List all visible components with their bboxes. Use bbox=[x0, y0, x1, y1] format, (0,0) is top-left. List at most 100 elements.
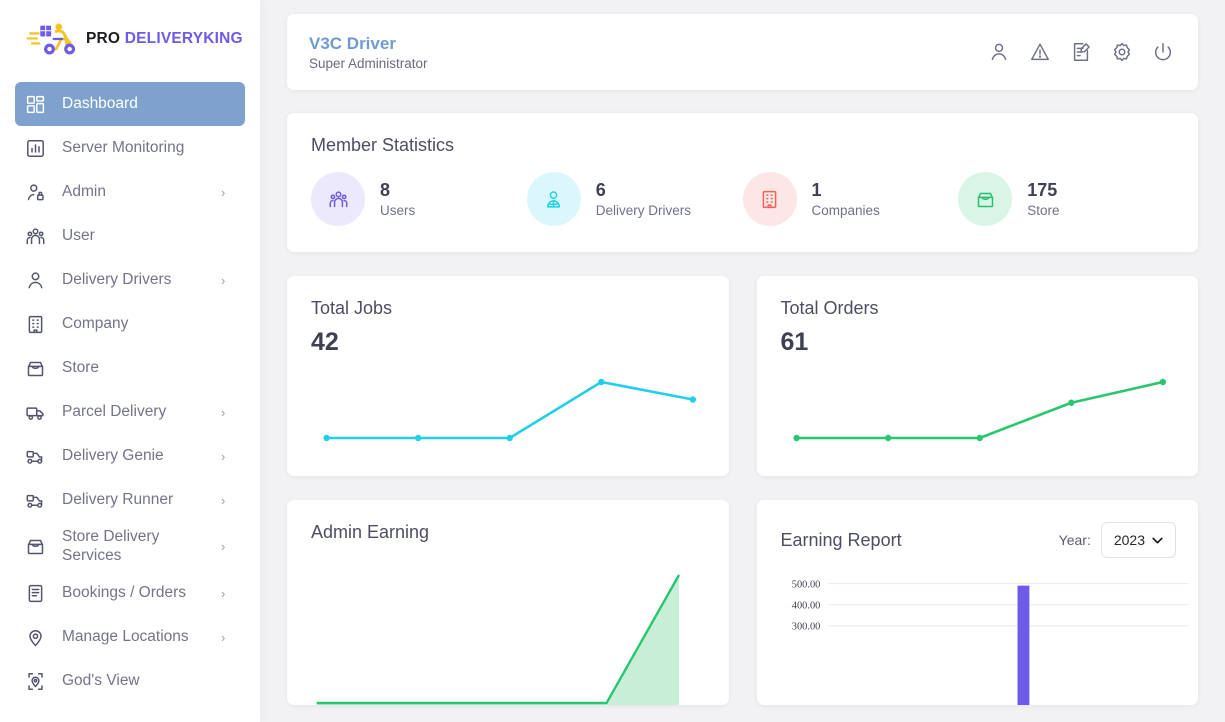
scooter-icon bbox=[26, 494, 43, 508]
topbar: V3C Driver Super Administrator bbox=[287, 14, 1198, 90]
data-point bbox=[1159, 378, 1166, 386]
earning-row: Admin Earning Earning Report Year: 2023 bbox=[287, 500, 1198, 705]
sidebar-item-label: Store bbox=[62, 358, 100, 376]
brand-logo[interactable]: PRO DELIVERYKING bbox=[0, 0, 260, 78]
stat-value: 1 bbox=[811, 179, 822, 200]
chevron-right-icon: › bbox=[221, 585, 226, 601]
scooter-icon bbox=[25, 445, 51, 467]
stat-value: 8 bbox=[380, 179, 391, 200]
stat-value: 6 bbox=[595, 179, 606, 200]
year-label: Year: bbox=[1058, 532, 1091, 548]
brand-name-pro: PRO bbox=[86, 30, 121, 47]
users-group-icon bbox=[25, 225, 51, 247]
stat-label: Delivery Drivers bbox=[595, 203, 692, 219]
member-statistics-card: Member Statistics 8 Users 6 Delivery Dri… bbox=[287, 113, 1198, 252]
sidebar-item-label: Company bbox=[62, 314, 129, 332]
driver-icon-bubble bbox=[526, 172, 581, 226]
bar bbox=[1017, 585, 1029, 705]
sidebar-item-manage-locations[interactable]: Manage Locations › bbox=[15, 615, 245, 659]
sidebar-item-label: User bbox=[62, 226, 95, 244]
total-jobs-title: Total Jobs bbox=[311, 298, 393, 318]
dashboard-page: PRO DELIVERYKING Dashboard Server Monitor… bbox=[0, 0, 1225, 722]
user-icon bbox=[28, 271, 43, 288]
chevron-right-icon: › bbox=[221, 404, 226, 420]
sidebar-item-label: Parcel Delivery bbox=[62, 402, 167, 420]
bar-chart-box-icon bbox=[25, 137, 51, 159]
total-orders-card: Total Orders 61 bbox=[756, 276, 1198, 476]
user-icon bbox=[25, 269, 51, 291]
sidebar-item-company[interactable]: Company bbox=[15, 302, 245, 346]
storefront-icon bbox=[25, 357, 51, 379]
sidebar-item-store-delivery-services[interactable]: Store Delivery Services › bbox=[15, 522, 245, 571]
total-orders-line-chart bbox=[792, 378, 1166, 442]
stat-companies: 1 Companies bbox=[742, 172, 959, 226]
user-lock-icon bbox=[27, 183, 44, 200]
data-point bbox=[689, 396, 697, 403]
sidebar-item-bookings-orders[interactable]: Bookings / Orders › bbox=[15, 571, 245, 615]
total-orders-title: Total Orders bbox=[780, 298, 879, 318]
data-point bbox=[414, 434, 422, 442]
sidebar-item-admin[interactable]: Admin › bbox=[15, 170, 245, 214]
user-name: V3C Driver bbox=[309, 34, 396, 54]
sidebar-item-delivery-genie[interactable]: Delivery Genie › bbox=[15, 434, 245, 478]
scooter-icon bbox=[25, 489, 51, 511]
earning-report-title: Earning Report bbox=[780, 529, 902, 550]
sidebar-item-god-s-view[interactable]: God's View bbox=[15, 659, 245, 703]
sidebar-item-parcel-delivery[interactable]: Parcel Delivery › bbox=[15, 390, 245, 434]
data-point bbox=[598, 378, 605, 386]
data-point bbox=[323, 434, 330, 442]
grid-icon bbox=[26, 95, 45, 113]
earning-report-card: Earning Report Year: 2023 500.00 400.00 30… bbox=[756, 500, 1198, 705]
chevron-right-icon: › bbox=[221, 448, 226, 464]
sidebar-item-delivery-runner[interactable]: Delivery Runner › bbox=[15, 478, 245, 522]
stat-text: 1 Companies bbox=[812, 180, 880, 219]
users-group-icon-bubble bbox=[311, 172, 365, 226]
admin-earning-area-chart bbox=[316, 574, 681, 705]
stat-text: 8 Users bbox=[380, 180, 415, 219]
scooter-icon bbox=[26, 450, 43, 464]
sidebar-item-delivery-drivers[interactable]: Delivery Drivers › bbox=[15, 258, 245, 302]
year-select[interactable]: 2023 bbox=[1100, 522, 1176, 558]
sidebar-item-label: God's View bbox=[62, 671, 140, 689]
document-list-icon bbox=[25, 582, 51, 604]
chevron-right-icon: › bbox=[221, 539, 226, 555]
sidebar-item-label: Manage Locations bbox=[62, 627, 189, 645]
sidebar-item-label: Server Monitoring bbox=[62, 138, 185, 156]
user-role: Super Administrator bbox=[309, 55, 428, 71]
storefront-icon bbox=[27, 539, 44, 555]
sidebar-item-server-monitoring[interactable]: Server Monitoring bbox=[15, 126, 245, 170]
admin-earning-title: Admin Earning bbox=[311, 522, 430, 542]
data-point bbox=[506, 434, 513, 442]
map-pin-square-icon bbox=[28, 672, 43, 690]
total-jobs-line-chart bbox=[323, 378, 697, 442]
storefront-icon bbox=[25, 536, 51, 558]
sidebar-item-user[interactable]: User bbox=[15, 214, 245, 258]
sidebar-item-label: Delivery Drivers bbox=[62, 270, 172, 288]
admin-earning-header: Admin Earning bbox=[311, 522, 707, 543]
gear-icon[interactable] bbox=[1111, 41, 1133, 63]
stat-label: Store bbox=[1027, 203, 1060, 219]
sidebar-item-store[interactable]: Store bbox=[15, 346, 245, 390]
stat-text: 175 Store bbox=[1027, 180, 1059, 219]
power-icon[interactable] bbox=[1152, 41, 1174, 63]
grid-icon bbox=[25, 93, 51, 115]
edit-document-icon[interactable] bbox=[1070, 41, 1092, 63]
data-point bbox=[884, 434, 891, 442]
topbar-icon-group bbox=[988, 41, 1174, 63]
sidebar-item-dashboard[interactable]: Dashboard bbox=[15, 82, 245, 126]
chevron-right-icon: › bbox=[221, 272, 226, 288]
map-pin-square-icon bbox=[25, 670, 51, 692]
sidebar-item-label: Delivery Genie bbox=[62, 446, 164, 464]
data-point bbox=[1067, 399, 1074, 406]
profile-icon[interactable] bbox=[988, 41, 1010, 63]
stat-label: Users bbox=[380, 203, 416, 219]
stat-row: 8 Users 6 Delivery Drivers 1 Companies 1… bbox=[311, 172, 1174, 226]
sidebar-item-label: Delivery Runner bbox=[62, 490, 174, 508]
building-icon-bubble bbox=[742, 172, 797, 226]
warning-triangle-icon[interactable] bbox=[1029, 41, 1051, 63]
data-point bbox=[976, 434, 983, 442]
bar-chart-box-icon bbox=[27, 139, 44, 157]
earning-report-bar-chart: 500.00 400.00 300.00 bbox=[791, 580, 1189, 705]
member-statistics-title: Member Statistics bbox=[311, 135, 455, 155]
map-pin-icon bbox=[25, 626, 51, 648]
